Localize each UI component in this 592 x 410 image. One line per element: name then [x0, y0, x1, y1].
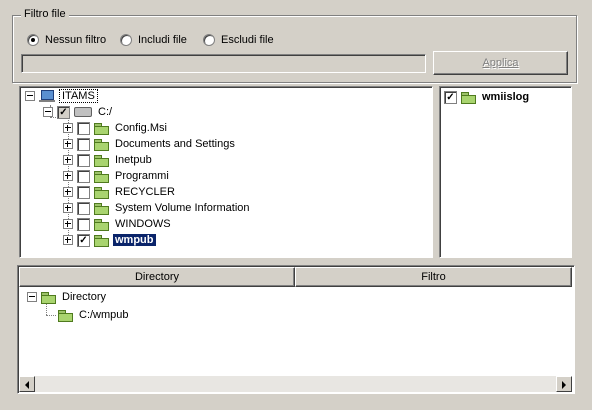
expand-toggle[interactable]	[63, 155, 73, 165]
tree-folder-row[interactable]: Inetpub	[63, 152, 154, 168]
tree-drive-row[interactable]: C:/	[43, 104, 114, 120]
scroll-left-button[interactable]	[19, 376, 35, 392]
file-filter-group: Filtro file Nessun filtro Includi file E…	[12, 8, 577, 83]
radio-exclude-files-label: Escludi file	[221, 34, 274, 46]
collapse-toggle[interactable]	[25, 91, 35, 101]
tree-root-label[interactable]: ITAMS	[59, 89, 98, 103]
radio-no-filter[interactable]: Nessun filtro	[27, 33, 106, 47]
tree-folder-row[interactable]: System Volume Information	[63, 200, 252, 216]
folder-label[interactable]: Programmi	[113, 170, 171, 182]
apply-button-label: Applica	[482, 57, 519, 69]
horizontal-scrollbar[interactable]	[19, 376, 572, 392]
tree-checkbox[interactable]	[57, 105, 70, 119]
folder-icon	[94, 218, 109, 231]
expand-toggle[interactable]	[63, 171, 73, 181]
tree-checkbox[interactable]	[77, 137, 90, 151]
file-label[interactable]: wmiislog	[480, 91, 531, 103]
folder-label[interactable]: Config.Msi	[113, 122, 169, 134]
expand-toggle[interactable]	[63, 139, 73, 149]
radio-exclude-files[interactable]: Escludi file	[203, 33, 274, 47]
tree-folder-row[interactable]: Documents and Settings	[63, 136, 237, 152]
file-list-pane[interactable]: wmiislog	[439, 86, 572, 258]
expand-toggle[interactable]	[63, 235, 73, 245]
tree-checkbox[interactable]	[77, 217, 90, 231]
list-root-row[interactable]: Directory	[27, 289, 108, 305]
folder-label[interactable]: System Volume Information	[113, 202, 252, 214]
computer-icon	[39, 90, 55, 102]
tree-checkbox[interactable]	[77, 201, 90, 215]
expand-toggle[interactable]	[63, 123, 73, 133]
directory-tree[interactable]: ITAMS C:/ Config.Msi Documents and Setti…	[19, 86, 433, 258]
drive-icon	[74, 107, 92, 117]
file-list-row[interactable]: wmiislog	[444, 89, 531, 105]
tree-folder-row[interactable]: Programmi	[63, 168, 171, 184]
tree-folder-row[interactable]: wmpub	[63, 232, 156, 248]
tree-drive-label[interactable]: C:/	[96, 106, 114, 118]
file-checkbox[interactable]	[444, 90, 457, 104]
radio-no-filter-label: Nessun filtro	[45, 34, 107, 46]
radio-include-files-label: Includi file	[138, 34, 187, 46]
collapse-toggle[interactable]	[43, 107, 53, 117]
expand-toggle[interactable]	[63, 203, 73, 213]
radio-indicator[interactable]	[120, 34, 132, 46]
column-header-filter[interactable]: Filtro	[295, 267, 572, 287]
arrow-right-icon	[562, 381, 566, 389]
folder-icon	[94, 202, 109, 215]
folder-icon	[461, 91, 476, 104]
file-filter-title: Filtro file	[21, 8, 69, 20]
folder-label[interactable]: RECYCLER	[113, 186, 177, 198]
folder-icon	[94, 122, 109, 135]
tree-folder-row[interactable]: RECYCLER	[63, 184, 177, 200]
folder-icon	[94, 170, 109, 183]
arrow-left-icon	[25, 381, 29, 389]
list-item[interactable]: C:/wmpub	[58, 307, 131, 323]
collapse-toggle[interactable]	[27, 292, 37, 302]
radio-indicator[interactable]	[203, 34, 215, 46]
folder-icon	[94, 234, 109, 247]
column-header-directory[interactable]: Directory	[19, 267, 295, 287]
folder-icon	[41, 291, 56, 304]
list-root-label[interactable]: Directory	[60, 291, 108, 303]
expand-toggle[interactable]	[63, 187, 73, 197]
tree-checkbox[interactable]	[77, 185, 90, 199]
tree-folder-row[interactable]: Config.Msi	[63, 120, 169, 136]
folder-icon	[94, 138, 109, 151]
folder-label[interactable]: WINDOWS	[113, 218, 173, 230]
tree-root-row[interactable]: ITAMS	[25, 88, 98, 104]
radio-indicator[interactable]	[27, 34, 39, 46]
folder-icon	[94, 154, 109, 167]
folder-icon	[58, 309, 73, 322]
tree-checkbox[interactable]	[77, 121, 90, 135]
folder-label[interactable]: Documents and Settings	[113, 138, 237, 150]
folder-label[interactable]: Inetpub	[113, 154, 154, 166]
expand-toggle[interactable]	[63, 219, 73, 229]
tree-checkbox[interactable]	[77, 169, 90, 183]
radio-include-files[interactable]: Includi file	[120, 33, 187, 47]
list-item-label[interactable]: C:/wmpub	[77, 309, 131, 321]
tree-checkbox[interactable]	[77, 153, 90, 167]
tree-checkbox[interactable]	[77, 233, 90, 247]
apply-button: Applica	[433, 51, 568, 75]
filter-pattern-input	[21, 54, 426, 73]
folder-label-selected[interactable]: wmpub	[113, 234, 156, 246]
folder-icon	[94, 186, 109, 199]
scroll-right-button[interactable]	[556, 376, 572, 392]
tree-folder-row[interactable]: WINDOWS	[63, 216, 173, 232]
